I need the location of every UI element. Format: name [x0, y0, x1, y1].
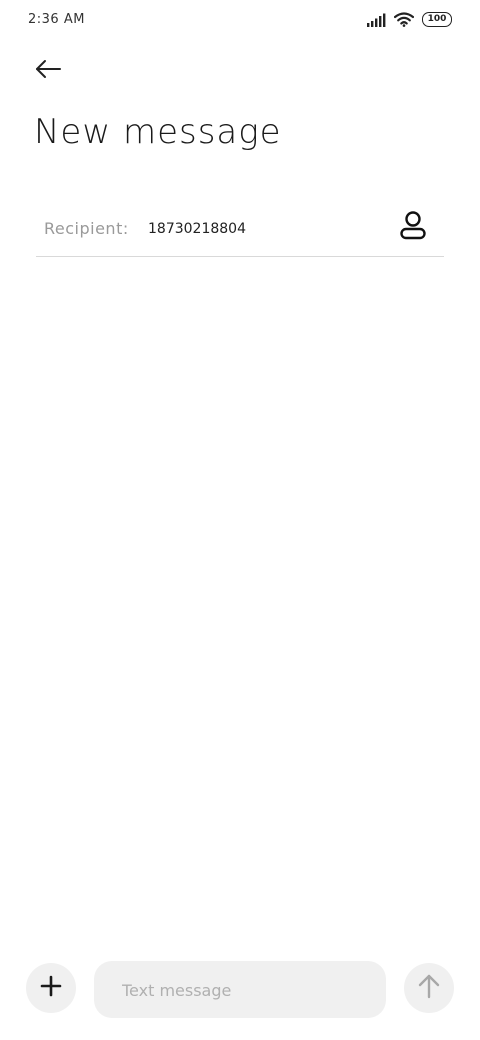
plus-icon — [40, 975, 62, 1001]
message-composer — [0, 958, 480, 1022]
arrow-up-icon — [418, 973, 440, 1003]
message-input[interactable] — [122, 977, 372, 1003]
attach-button[interactable] — [26, 963, 76, 1013]
status-bar: 2:36 AM 100 — [0, 0, 480, 44]
person-icon — [399, 210, 427, 244]
status-icons: 100 — [366, 12, 452, 27]
send-button[interactable] — [404, 963, 454, 1013]
signal-bars-icon — [366, 13, 386, 27]
recipient-input[interactable] — [148, 216, 388, 242]
contact-picker-button[interactable] — [396, 210, 430, 244]
battery-indicator: 100 — [422, 12, 452, 27]
arrow-left-icon — [34, 59, 62, 83]
recipient-row: Recipient: — [36, 204, 444, 257]
wifi-icon — [394, 12, 414, 27]
status-time: 2:36 AM — [28, 12, 85, 27]
page-title: New message — [34, 112, 282, 152]
message-box — [94, 961, 386, 1018]
recipient-label: Recipient: — [44, 219, 129, 238]
back-button[interactable] — [30, 56, 66, 86]
